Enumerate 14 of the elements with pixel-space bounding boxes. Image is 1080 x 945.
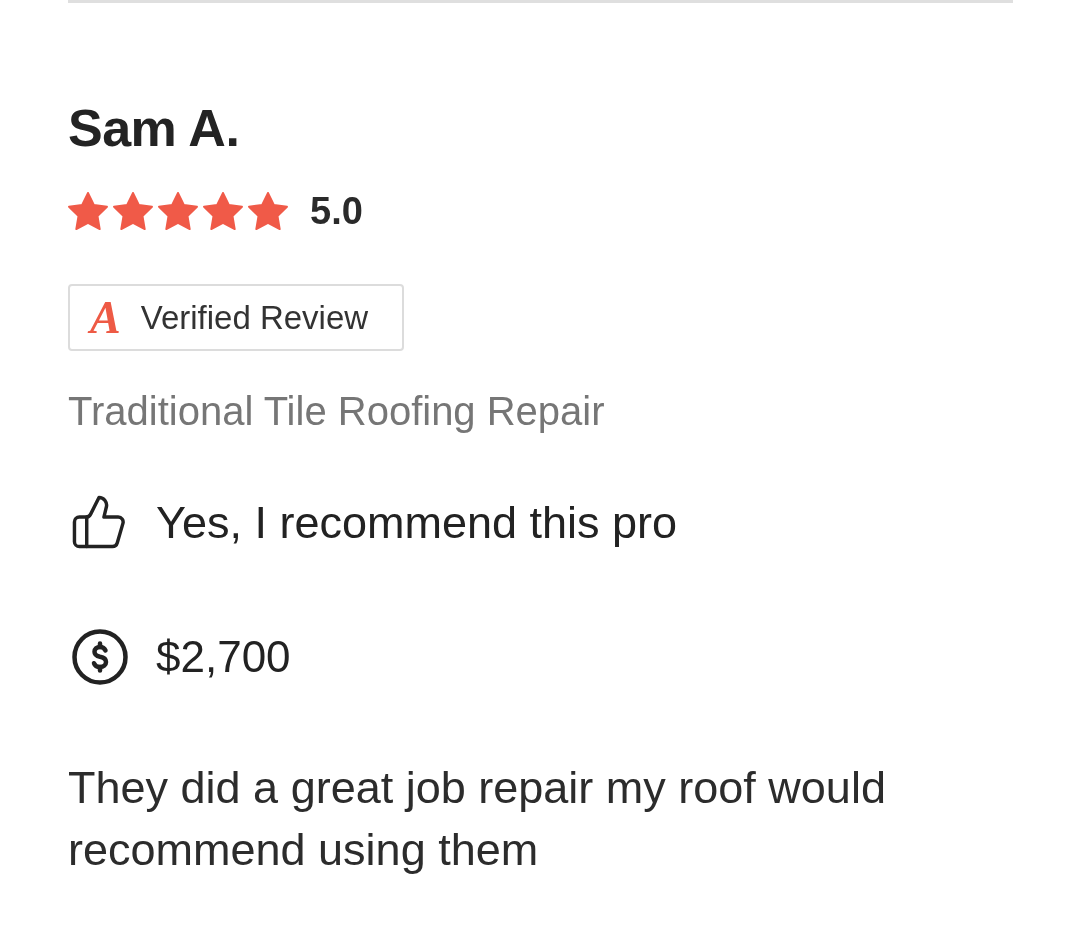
star-icon <box>158 192 198 230</box>
star-icon <box>248 192 288 230</box>
star-icon <box>203 192 243 230</box>
star-icon <box>113 192 153 230</box>
thumbs-up-icon <box>70 495 128 549</box>
star-icon <box>68 192 108 230</box>
reviewer-name: Sam A. <box>68 102 240 154</box>
service-name: Traditional Tile Roofing Repair <box>68 391 605 431</box>
rating-value: 5.0 <box>310 192 363 230</box>
price-text: $2,700 <box>156 635 291 679</box>
dollar-circle-icon <box>72 629 128 685</box>
recommendation-text: Yes, I recommend this pro <box>156 499 678 545</box>
review-text: They did a great job repair my roof would recommend using them <box>68 761 887 877</box>
badge-label: Verified Review <box>140 301 369 334</box>
